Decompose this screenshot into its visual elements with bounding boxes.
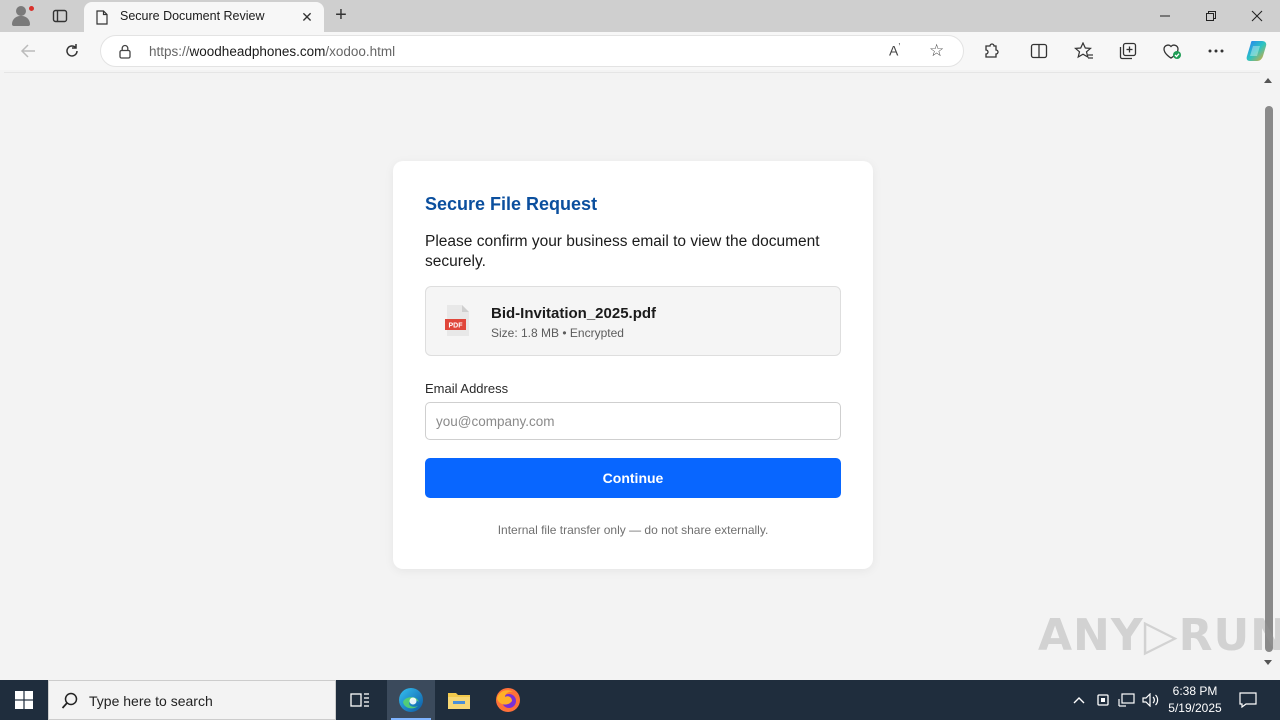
file-name: Bid-Invitation_2025.pdf [491,305,657,322]
file-explorer-icon[interactable] [435,680,483,720]
favorites-icon[interactable] [1072,40,1096,62]
file-meta: Size: 1.8 MB • Encrypted [491,326,624,340]
tab-actions-icon[interactable] [50,6,70,26]
browser-toolbar: https://woodheadphones.com/xodoo.html Aʼ… [0,32,1280,70]
tab-title: Secure Document Review [120,9,265,23]
continue-button[interactable]: Continue [425,458,841,498]
secure-file-card: Secure File Request Please confirm your … [393,161,873,569]
email-input[interactable] [425,402,841,440]
extensions-icon[interactable] [979,40,1003,62]
copilot-icon[interactable] [1245,40,1269,62]
svg-text:PDF: PDF [449,323,464,330]
scroll-up-icon[interactable] [1264,78,1272,83]
collections-icon[interactable] [1116,40,1140,62]
close-tab-icon[interactable]: ✕ [298,8,316,26]
search-icon [61,692,79,715]
windows-start-icon[interactable] [0,680,48,720]
active-tab[interactable]: Secure Document Review ✕ [84,2,324,32]
clock-date: 5/19/2025 [1168,701,1222,715]
close-window-icon[interactable] [1234,0,1280,32]
refresh-icon[interactable] [60,40,84,62]
email-label: Email Address [425,381,509,396]
minimize-icon[interactable] [1142,0,1188,32]
url-text[interactable]: https://woodheadphones.com/xodoo.html [149,44,395,59]
anyrun-watermark: ANY▷RUN [1038,610,1280,661]
taskbar-search-box[interactable]: Type here to search [48,680,336,720]
card-description: Please confirm your business email to vi… [425,233,820,270]
more-options-icon[interactable] [1204,40,1228,62]
volume-icon[interactable] [1140,680,1162,720]
back-icon[interactable] [16,40,40,62]
profile-avatar-icon[interactable] [8,4,36,28]
edge-taskbar-icon[interactable] [387,680,435,720]
firefox-icon[interactable] [484,680,532,720]
page-icon [96,10,108,30]
vertical-scrollbar[interactable] [1261,72,1276,676]
read-aloud-icon[interactable]: Aʼ [889,42,900,59]
lock-icon[interactable] [119,44,131,64]
new-tab-button[interactable]: + [330,4,352,26]
restore-icon[interactable] [1188,0,1234,32]
browser-essentials-icon[interactable] [1160,40,1184,62]
search-placeholder: Type here to search [89,693,213,709]
task-view-icon[interactable] [336,680,384,720]
file-preview: PDF Bid-Invitation_2025.pdf Size: 1.8 MB… [425,286,841,356]
system-clock[interactable]: 6:38 PM 5/19/2025 [1160,683,1230,717]
address-bar[interactable]: https://woodheadphones.com/xodoo.html Aʼ… [100,35,964,67]
pdf-file-icon: PDF [444,304,472,338]
card-title: Secure File Request [425,194,598,214]
notifications-icon[interactable] [1236,680,1260,720]
internal-note: Internal file transfer only — do not sha… [497,523,769,537]
favorite-star-icon[interactable]: ☆ [929,41,944,61]
network-device-icon[interactable] [1093,680,1113,720]
clock-time: 6:38 PM [1172,684,1218,698]
split-screen-icon[interactable] [1027,40,1051,62]
show-hidden-icons-icon[interactable] [1068,680,1090,720]
tab-strip: Secure Document Review ✕ + [0,0,1280,32]
scrollbar-thumb[interactable] [1265,106,1273,652]
network-icon[interactable] [1116,680,1138,720]
windows-taskbar: Type here to search 6:38 PM 5/19/2025 [0,680,1280,720]
